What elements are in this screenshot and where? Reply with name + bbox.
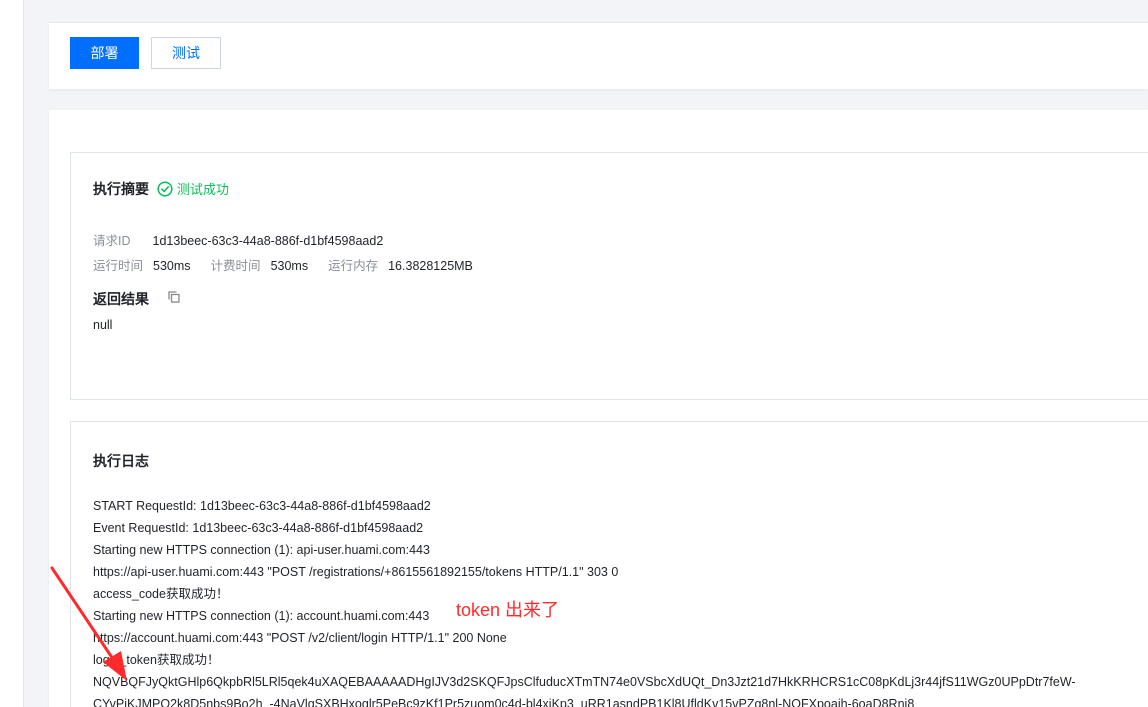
annotation-text: token 出来了 (456, 600, 560, 620)
log-line: https://account.huami.com:443 "POST /v2/… (93, 631, 507, 645)
left-sidebar-edge (0, 0, 24, 707)
status-text: 测试成功 (177, 182, 230, 197)
log-line: Starting new HTTPS connection (1): api-u… (93, 543, 430, 557)
execution-log-panel: 执行日志 START RequestId: 1d13beec-63c3-44a8… (70, 421, 1148, 707)
request-id-label: 请求ID (93, 234, 131, 248)
test-button[interactable]: 测试 (151, 37, 221, 69)
success-check-icon (157, 180, 173, 197)
execution-summary-panel: 执行摘要 测试成功 请求ID 1d13beec-63c3-44a8-886f-d1… (70, 152, 1148, 400)
log-line: Starting new HTTPS connection (1): accou… (93, 609, 430, 623)
log-title: 执行日志 (93, 453, 149, 469)
copy-icon[interactable] (168, 291, 180, 303)
request-id-row: 请求ID 1d13beec-63c3-44a8-886f-d1bf4598aad2 (93, 230, 383, 249)
action-bar: 部署 测试 (49, 22, 1148, 89)
log-output: START RequestId: 1d13beec-63c3-44a8-886f… (93, 495, 1076, 707)
log-line: login_token获取成功！ (93, 653, 220, 667)
memory-value: 16.3828125MB (388, 259, 473, 273)
log-line: Event RequestId: 1d13beec-63c3-44a8-886f… (93, 521, 424, 535)
log-line: access_code获取成功！ (93, 587, 229, 601)
status-badge: 测试成功 (157, 179, 229, 198)
bill-time-value: 530ms (270, 259, 309, 273)
run-time-value: 530ms (153, 259, 191, 273)
deploy-button[interactable]: 部署 (70, 37, 139, 69)
run-time-label: 运行时间 (93, 259, 144, 273)
bill-time-label: 计费时间 (210, 259, 261, 273)
log-line: START RequestId: 1d13beec-63c3-44a8-886f… (93, 499, 431, 513)
test-result-card: 执行摘要 测试成功 请求ID 1d13beec-63c3-44a8-886f-d1… (49, 110, 1148, 707)
memory-label: 运行内存 (328, 259, 379, 273)
top-strip (24, 0, 1148, 22)
log-line: https://api-user.huami.com:443 "POST /re… (93, 565, 619, 579)
log-line: CYvPiKJMPQ2k8D5nbs9Bo2h_-4NaVlgSXBHxoglr… (93, 697, 915, 707)
request-id-value: 1d13beec-63c3-44a8-886f-d1bf4598aad2 (152, 234, 384, 248)
summary-title: 执行摘要 (93, 181, 149, 197)
result-title: 返回结果 (93, 291, 149, 307)
result-value: null (93, 318, 113, 332)
log-line: NQVBQFJyQktGHlp6QkpbRl5LRl5qek4uXAQEBAAA… (93, 675, 1076, 689)
runtime-row: 运行时间 530ms 计费时间 530ms 运行内存 16.3828125MB (93, 255, 473, 274)
